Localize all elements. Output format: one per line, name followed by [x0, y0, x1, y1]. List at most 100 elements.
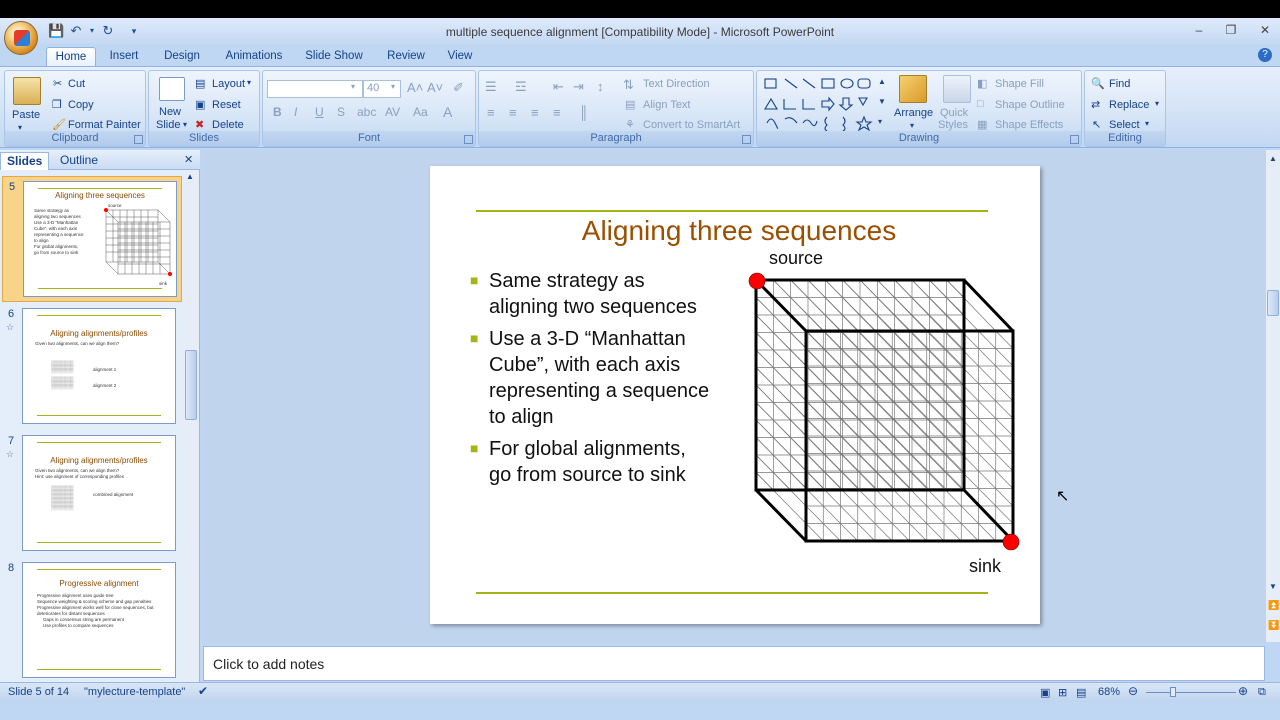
scroll-up-icon[interactable]: ▲ [186, 172, 194, 181]
tab-home[interactable]: Home [46, 47, 96, 66]
new-slide-label-2[interactable]: Slide [156, 119, 180, 131]
format-painter-button[interactable]: Format Painter [68, 119, 141, 131]
arrange-button[interactable]: Arrange [894, 107, 933, 119]
new-slide-dropdown-icon[interactable]: ▾ [183, 120, 187, 129]
text-direction-button[interactable]: Text Direction [643, 78, 710, 90]
shrink-font-icon[interactable]: A˅ [427, 80, 443, 95]
help-icon[interactable]: ? [1258, 48, 1272, 62]
delete-button[interactable]: Delete [212, 119, 244, 131]
panel-scrollbar[interactable]: ▲ ▼ [184, 170, 199, 698]
drawing-dialog-launcher[interactable] [1070, 135, 1079, 144]
normal-view-icon[interactable]: ▣ [1040, 686, 1050, 699]
bullet-3-text[interactable]: For global alignments, go from source to … [489, 436, 686, 488]
restore-button[interactable]: ❐ [1218, 21, 1244, 39]
align-center-icon[interactable]: ≡ [509, 105, 517, 120]
copy-button[interactable]: Copy [68, 99, 94, 111]
replace-dropdown-icon[interactable]: ▾ [1155, 99, 1159, 108]
font-dialog-launcher[interactable] [464, 135, 473, 144]
tab-design[interactable]: Design [158, 47, 206, 66]
next-slide-icon[interactable]: ⏬ [1268, 620, 1279, 631]
clear-formatting-icon[interactable]: ✐ [453, 80, 464, 96]
tab-slides[interactable]: Slides [0, 152, 50, 170]
select-button[interactable]: Select [1109, 119, 1140, 131]
select-dropdown-icon[interactable]: ▾ [1145, 119, 1149, 128]
manhattan-cube[interactable] [748, 272, 1028, 552]
italic-icon[interactable]: I [294, 105, 297, 119]
justify-icon[interactable]: ≡ [553, 105, 561, 120]
arrange-dropdown-icon[interactable]: ▾ [910, 121, 914, 130]
slide-canvas[interactable]: Aligning three sequences ■ Same strategy… [430, 166, 1040, 624]
bullet-2-text[interactable]: Use a 3-D “Manhattan Cube”, with each axi… [489, 326, 709, 430]
slide-thumbnail-5[interactable]: 5 Aligning three sequences Same strategy… [2, 176, 182, 302]
tab-review[interactable]: Review [380, 47, 432, 66]
shape-fill-button[interactable]: Shape Fill [995, 78, 1044, 90]
shapes-scroll-up-icon[interactable]: ▲ [878, 77, 886, 86]
bullets-icon[interactable]: ☰ [485, 79, 497, 95]
office-button[interactable] [4, 21, 38, 55]
tab-outline[interactable]: Outline [54, 152, 104, 170]
main-scrollbar[interactable]: ▲ ▼ ⏫ ⏬ [1265, 150, 1280, 642]
font-size-dropdown-icon[interactable]: ▾ [391, 82, 395, 91]
previous-slide-icon[interactable]: ⏫ [1268, 600, 1279, 611]
font-color-icon[interactable]: A [443, 104, 452, 120]
reset-button[interactable]: Reset [212, 99, 241, 111]
new-slide-label-1[interactable]: New [159, 106, 181, 118]
source-label[interactable]: source [769, 248, 823, 269]
close-panel-icon[interactable]: ✕ [184, 153, 193, 166]
char-spacing-icon[interactable]: AV [385, 105, 400, 119]
increase-indent-icon[interactable]: ⇥ [573, 79, 584, 95]
quick-styles-label-1[interactable]: Quick [940, 107, 968, 119]
zoom-slider-thumb[interactable] [1170, 687, 1176, 697]
line-spacing-icon[interactable]: ↕ [597, 79, 604, 94]
sink-label[interactable]: sink [969, 556, 1001, 577]
spelling-check-icon[interactable]: ✔ [198, 684, 208, 698]
layout-dropdown-icon[interactable]: ▾ [247, 78, 251, 87]
shadow-icon[interactable]: S [337, 105, 345, 119]
zoom-in-icon[interactable]: ⊕ [1238, 684, 1248, 698]
slide-sorter-icon[interactable]: ⊞ [1058, 686, 1067, 699]
cut-button[interactable]: Cut [68, 78, 85, 90]
zoom-slider-track[interactable] [1146, 692, 1236, 693]
shapes-more-icon[interactable]: ▾ [878, 117, 882, 126]
shape-effects-button[interactable]: Shape Effects [995, 119, 1063, 131]
tab-view[interactable]: View [440, 47, 480, 66]
scroll-up-icon[interactable]: ▲ [1269, 154, 1277, 163]
minimize-button[interactable]: – [1186, 21, 1212, 39]
strikethrough-icon[interactable]: abc [357, 105, 376, 119]
decrease-indent-icon[interactable]: ⇤ [553, 79, 564, 95]
columns-icon[interactable]: ║ [579, 105, 588, 120]
scroll-down-icon[interactable]: ▼ [1269, 582, 1277, 591]
convert-smartart-button[interactable]: Convert to SmartArt [643, 119, 740, 131]
layout-button[interactable]: Layout [212, 78, 245, 90]
slide-thumbnail-6[interactable]: 6 ☆ Aligning alignments/profiles Given t… [2, 304, 182, 430]
zoom-out-icon[interactable]: ⊖ [1128, 684, 1138, 698]
grow-font-icon[interactable]: A˄ [407, 80, 423, 95]
slide-show-icon[interactable]: ▤ [1076, 686, 1086, 699]
bold-icon[interactable]: B [273, 105, 282, 119]
slide-thumbnail-8[interactable]: 8 Progressive alignment Progressive alig… [2, 558, 182, 684]
replace-button[interactable]: Replace [1109, 99, 1149, 111]
align-left-icon[interactable]: ≡ [487, 105, 495, 120]
tab-insert[interactable]: Insert [102, 47, 146, 66]
find-button[interactable]: Find [1109, 78, 1130, 90]
align-right-icon[interactable]: ≡ [531, 105, 539, 120]
change-case-icon[interactable]: Aa [413, 105, 428, 119]
shapes-scroll-down-icon[interactable]: ▼ [878, 97, 886, 106]
main-scroll-thumb[interactable] [1267, 290, 1279, 316]
align-text-button[interactable]: Align Text [643, 99, 691, 111]
clipboard-dialog-launcher[interactable] [134, 135, 143, 144]
tab-slide-show[interactable]: Slide Show [300, 47, 368, 66]
underline-icon[interactable]: U [315, 105, 324, 119]
bullet-1-text[interactable]: Same strategy as aligning two sequences [489, 268, 697, 320]
close-button[interactable]: ✕ [1252, 21, 1278, 39]
font-name-dropdown-icon[interactable]: ▾ [351, 82, 355, 91]
panel-scroll-thumb[interactable] [185, 350, 197, 420]
paragraph-dialog-launcher[interactable] [742, 135, 751, 144]
font-name-combobox[interactable] [267, 80, 363, 98]
fit-to-window-icon[interactable]: ⧉ [1258, 686, 1266, 699]
numbering-icon[interactable]: ☲ [515, 79, 527, 95]
notes-pane[interactable]: Click to add notes [203, 646, 1265, 681]
paste-button[interactable]: Paste [12, 109, 40, 121]
shapes-gallery[interactable] [763, 75, 885, 135]
tab-animations[interactable]: Animations [220, 47, 288, 66]
